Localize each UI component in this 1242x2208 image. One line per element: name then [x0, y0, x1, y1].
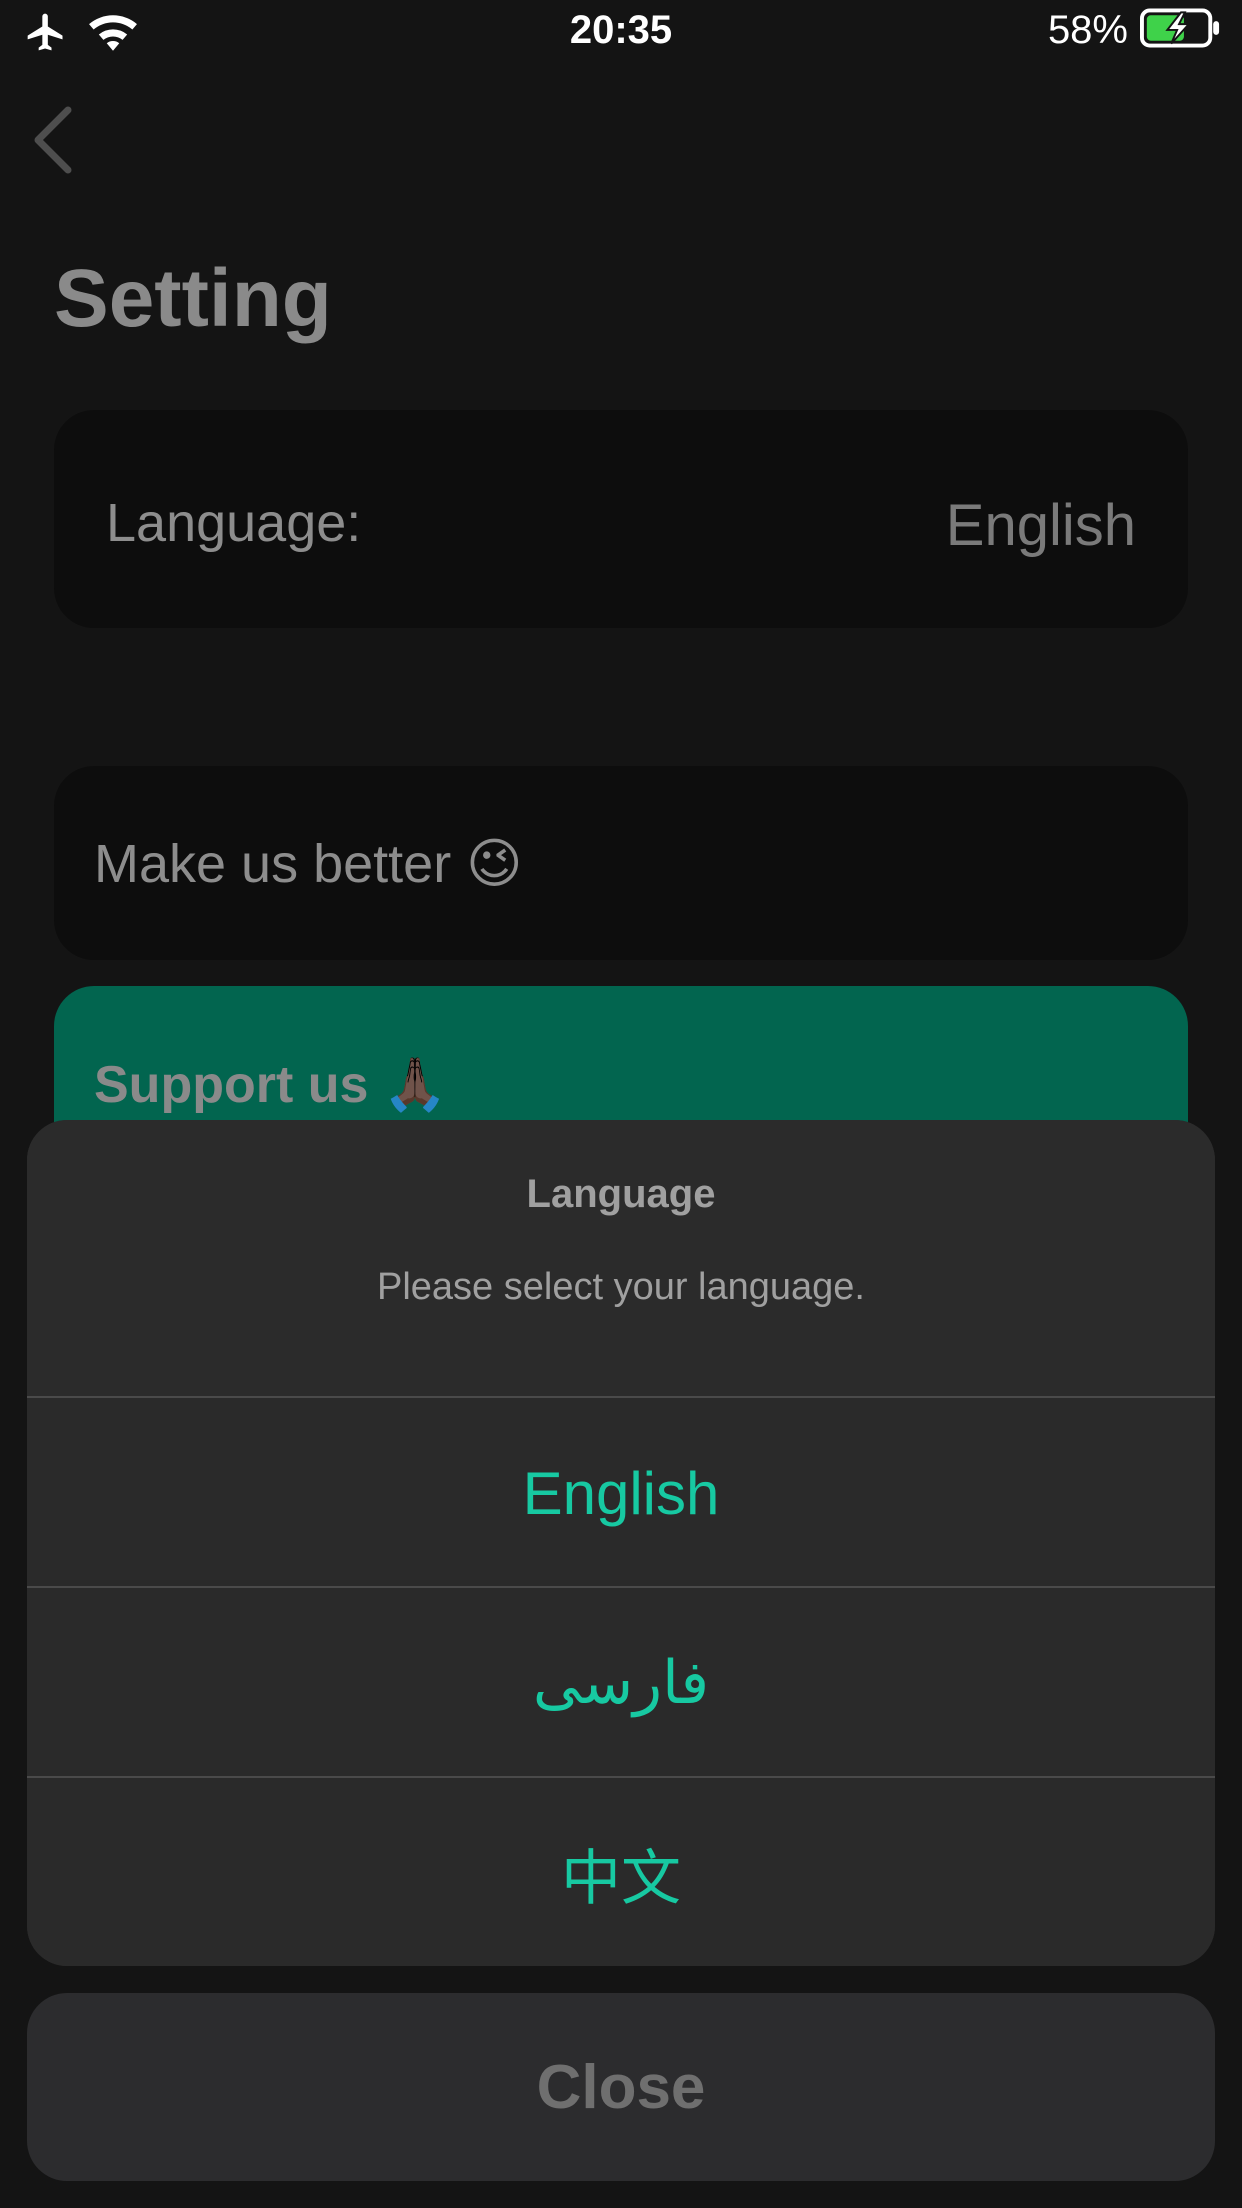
chevron-left-icon — [34, 106, 72, 174]
status-right: 58% — [1048, 8, 1222, 53]
make-us-better-row[interactable]: Make us better 😉 — [54, 766, 1188, 960]
back-button[interactable] — [24, 100, 84, 180]
option-english[interactable]: English — [27, 1396, 1215, 1588]
settings-screen: 20:35 58% Setting Language: English Make… — [0, 0, 1242, 2208]
sheet-header: Language Please select your language. — [27, 1120, 1215, 1396]
sheet-message: Please select your language. — [377, 1266, 865, 1308]
sheet-title: Language — [526, 1172, 716, 1216]
battery-percentage: 58% — [1047, 8, 1128, 52]
support-us-label: Support us 🙏🏿 — [94, 1056, 448, 1114]
option-chinese[interactable]: 中文 — [27, 1776, 1215, 1966]
language-value: English — [945, 493, 1136, 558]
option-farsi[interactable]: فارسی — [27, 1586, 1215, 1778]
language-setting-row[interactable]: Language: English — [54, 410, 1188, 628]
battery-charging-icon — [1140, 8, 1222, 53]
language-label: Language: — [106, 493, 362, 553]
language-action-sheet: Language Please select your language. En… — [27, 1120, 1215, 1966]
close-button[interactable]: Close — [27, 1993, 1215, 2181]
make-us-better-label: Make us better 😉 — [94, 834, 523, 894]
page-title: Setting — [54, 253, 332, 344]
status-bar: 20:35 58% — [0, 0, 1242, 66]
